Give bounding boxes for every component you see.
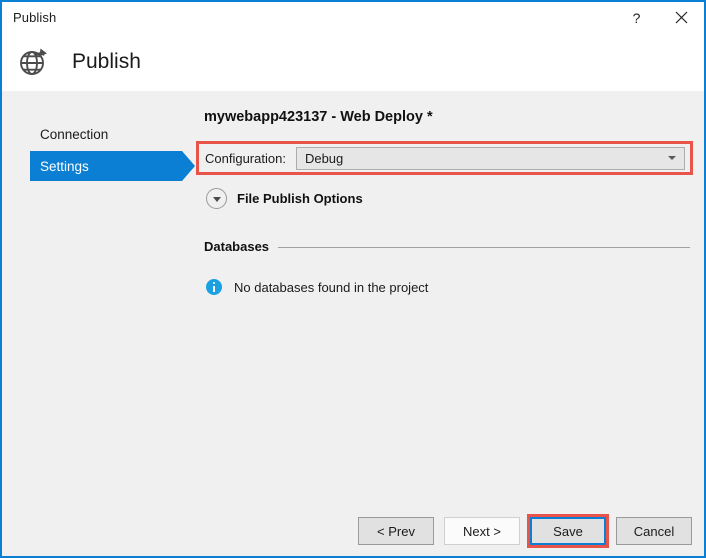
sidebar-item-settings[interactable]: Settings [30, 151, 182, 181]
title-bar-buttons: ? [614, 2, 704, 33]
window-title: Publish [13, 10, 56, 25]
next-button[interactable]: Next > [444, 517, 520, 545]
sidebar: Connection Settings [2, 91, 196, 556]
chevron-down-circle-icon[interactable] [206, 188, 227, 209]
sidebar-item-label: Settings [40, 159, 89, 174]
save-button[interactable]: Save [530, 517, 606, 545]
databases-message-row: No databases found in the project [206, 279, 690, 295]
info-icon [206, 279, 222, 295]
dialog-body: Connection Settings mywebapp423137 - Web… [2, 91, 704, 556]
configuration-group: Configuration: Debug [200, 146, 690, 170]
databases-message: No databases found in the project [234, 280, 428, 295]
dialog-footer: < Prev Next > Save Cancel [2, 517, 704, 545]
dialog-header: Publish [2, 33, 704, 91]
sidebar-item-connection[interactable]: Connection [2, 119, 196, 149]
close-icon [675, 11, 688, 24]
chevron-down-icon [668, 156, 676, 160]
save-button-label: Save [553, 524, 583, 539]
dialog-header-title: Publish [72, 50, 141, 74]
help-button[interactable]: ? [614, 2, 659, 33]
close-button[interactable] [659, 2, 704, 33]
settings-pane: mywebapp423137 - Web Deploy * Configurat… [196, 91, 704, 556]
databases-section-title: Databases [204, 239, 269, 254]
section-divider [278, 247, 690, 248]
configuration-row: Configuration: Debug [200, 146, 690, 170]
databases-section-header: Databases [204, 239, 690, 254]
sidebar-item-label: Connection [40, 127, 108, 142]
prev-button[interactable]: < Prev [358, 517, 434, 545]
page-title: mywebapp423137 - Web Deploy * [204, 109, 690, 125]
title-bar: Publish ? [2, 2, 704, 33]
globe-publish-icon [16, 44, 52, 80]
selected-arrow-icon [182, 151, 195, 181]
configuration-dropdown[interactable]: Debug [296, 147, 685, 170]
configuration-label: Configuration: [205, 151, 286, 166]
configuration-value: Debug [297, 151, 343, 166]
file-publish-options-label: File Publish Options [237, 191, 363, 206]
file-publish-options-row[interactable]: File Publish Options [206, 188, 690, 209]
publish-dialog: Publish ? [0, 0, 706, 558]
cancel-button[interactable]: Cancel [616, 517, 692, 545]
